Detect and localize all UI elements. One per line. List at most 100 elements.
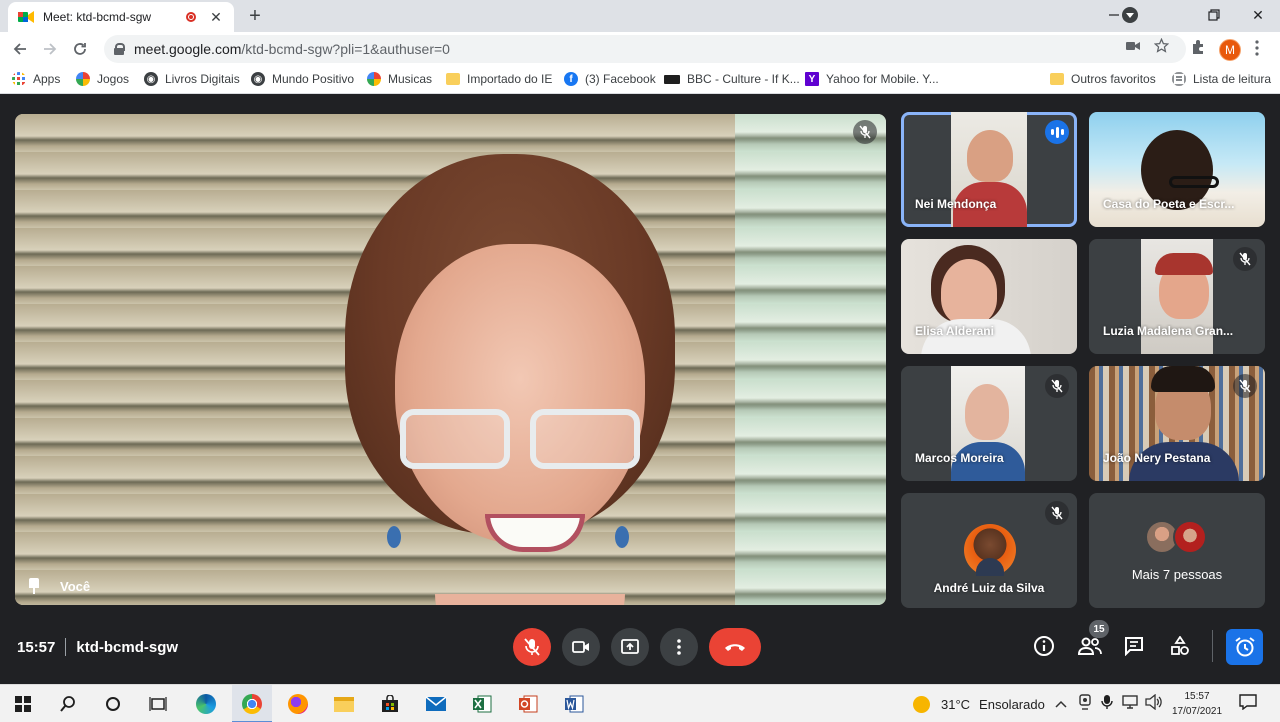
forward-button[interactable] <box>38 37 62 61</box>
folder-icon <box>446 73 460 85</box>
bookmark-label: Musicas <box>388 72 433 86</box>
more-people-avatars <box>1145 520 1207 554</box>
mic-off-glyph <box>1051 506 1063 520</box>
bookmark-yahoo[interactable]: Y Yahoo for Mobile. Y... <box>805 72 939 86</box>
participant-name: Marcos Moreira <box>915 451 1004 465</box>
chrome-browser-icon[interactable] <box>241 693 263 715</box>
bookmark-importado-ie[interactable]: Importado do IE <box>446 72 552 86</box>
mail-icon[interactable] <box>425 693 447 715</box>
participant-tile[interactable]: João Nery Pestana <box>1089 366 1265 481</box>
participant-avatar <box>964 524 1016 576</box>
bookmark-bbc[interactable]: BBC - Culture - If K... <box>664 72 800 86</box>
edge-browser-icon[interactable] <box>195 693 217 715</box>
tab-strip: Meet: ktd-bcmd-sgw ✕ + ✕ <box>0 0 1280 32</box>
more-options-button[interactable] <box>660 628 698 666</box>
minimize-window-icon[interactable] <box>1092 0 1136 30</box>
reading-list-icon <box>1172 72 1186 86</box>
mic-off-icon <box>1045 501 1069 525</box>
chrome-glyph <box>242 694 262 714</box>
bookmark-outros-favoritos[interactable]: Outros favoritos <box>1050 72 1156 86</box>
sun-icon <box>913 696 930 713</box>
alarm-extension-button[interactable] <box>1226 629 1263 665</box>
powerpoint-icon[interactable] <box>517 693 539 715</box>
profile-avatar[interactable]: M <box>1219 39 1241 61</box>
activities-button[interactable] <box>1167 633 1193 659</box>
meeting-details: 15:57 ktd-bcmd-sgw <box>17 638 178 656</box>
camera-icon <box>572 641 589 653</box>
arrow-left-icon <box>13 43 26 55</box>
excel-icon[interactable] <box>471 693 493 715</box>
weather-widget[interactable]: 31°C Ensolarado <box>913 696 1045 713</box>
toggle-camera-button[interactable] <box>562 628 600 666</box>
participant-name: Casa do Poeta e Escr... <box>1103 197 1235 211</box>
task-view-icon[interactable] <box>147 693 169 715</box>
browser-menu-icon[interactable] <box>1255 40 1259 56</box>
bookmark-label: Importado do IE <box>467 72 553 86</box>
globe-colorful-icon <box>76 72 90 86</box>
leave-call-button[interactable] <box>709 628 761 666</box>
notifications-icon[interactable] <box>1239 694 1257 713</box>
restore-window-icon[interactable] <box>1192 0 1236 30</box>
bookmark-musicas[interactable]: Musicas <box>367 72 432 86</box>
bookmarks-bar: Apps Jogos ◉ Livros Digitais ◉ Mundo Pos… <box>0 66 1280 94</box>
bookmark-star-icon[interactable] <box>1154 38 1169 53</box>
mic-off-icon <box>1045 374 1069 398</box>
mic-off-icon <box>853 120 877 144</box>
self-earring-right <box>615 526 629 548</box>
close-window-icon[interactable]: ✕ <box>1236 0 1280 30</box>
arrow-right-icon <box>44 43 57 55</box>
extensions-puzzle-icon[interactable] <box>1190 39 1206 55</box>
address-bar[interactable]: meet.google.com/ktd-bcmd-sgw?pli=1&authu… <box>104 35 1186 63</box>
word-icon[interactable] <box>563 693 585 715</box>
excel-glyph <box>473 695 492 713</box>
network-icon[interactable] <box>1121 694 1139 713</box>
participant-tile[interactable]: Elisa Alderani <box>901 239 1077 354</box>
bookmark-apps[interactable]: Apps <box>12 72 60 86</box>
bookmark-facebook[interactable]: f (3) Facebook <box>564 72 656 86</box>
tray-chevron-up-icon[interactable] <box>1055 696 1067 711</box>
bookmark-jogos[interactable]: Jogos <box>76 72 129 86</box>
toggle-mic-button[interactable] <box>513 628 551 666</box>
bookmark-label: Lista de leitura <box>1193 72 1272 86</box>
hang-up-icon <box>725 644 745 651</box>
main-video-self[interactable] <box>15 114 886 605</box>
present-screen-button[interactable] <box>611 628 649 666</box>
url-host: meet.google.com <box>134 41 242 57</box>
participant-tile[interactable]: André Luiz da Silva <box>901 493 1077 608</box>
reload-button[interactable] <box>68 37 92 61</box>
bookmark-mundo-positivo[interactable]: ◉ Mundo Positivo <box>251 72 354 86</box>
pin-icon[interactable] <box>28 578 40 594</box>
toolbar-divider <box>1212 630 1213 662</box>
weather-temp: 31°C <box>941 697 971 712</box>
bookmark-livros-digitais[interactable]: ◉ Livros Digitais <box>144 72 240 86</box>
meeting-info-button[interactable] <box>1031 633 1057 659</box>
cortana-icon[interactable] <box>102 693 124 715</box>
more-people-tile[interactable]: Mais 7 pessoas <box>1089 493 1265 608</box>
participant-tile[interactable]: Nei Mendonça <box>901 112 1077 227</box>
windows-start-icon[interactable] <box>12 693 34 715</box>
close-tab-icon[interactable]: ✕ <box>208 9 224 26</box>
participant-tile[interactable]: Luzia Madalena Gran... <box>1089 239 1265 354</box>
back-button[interactable] <box>8 37 32 61</box>
meet-now-icon[interactable] <box>1078 694 1092 713</box>
participant-tile[interactable]: Marcos Moreira <box>901 366 1077 481</box>
bookmark-lista-de-leitura[interactable]: Lista de leitura <box>1172 72 1271 86</box>
store-bag-glyph <box>382 695 398 712</box>
camera-in-use-icon[interactable] <box>1126 40 1140 52</box>
new-tab-button[interactable]: + <box>244 5 266 28</box>
participant-tile[interactable]: Casa do Poeta e Escr... <box>1089 112 1265 227</box>
firefox-icon[interactable] <box>287 693 309 715</box>
chat-button[interactable] <box>1121 633 1147 659</box>
browser-tab-meet[interactable]: Meet: ktd-bcmd-sgw ✕ <box>8 2 234 32</box>
lock-icon <box>114 43 125 55</box>
taskbar-clock[interactable]: 15:57 17/07/2021 <box>1168 689 1226 719</box>
bookmark-label: Jogos <box>97 72 130 86</box>
volume-icon[interactable] <box>1145 693 1163 713</box>
microphone-in-use-icon[interactable] <box>1101 694 1113 713</box>
search-icon[interactable] <box>57 693 79 715</box>
globe-colorful-icon <box>367 72 381 86</box>
file-explorer-icon[interactable] <box>333 693 355 715</box>
store-icon[interactable] <box>379 693 401 715</box>
windows-logo-glyph <box>15 696 31 712</box>
participant-name: Nei Mendonça <box>915 197 997 211</box>
